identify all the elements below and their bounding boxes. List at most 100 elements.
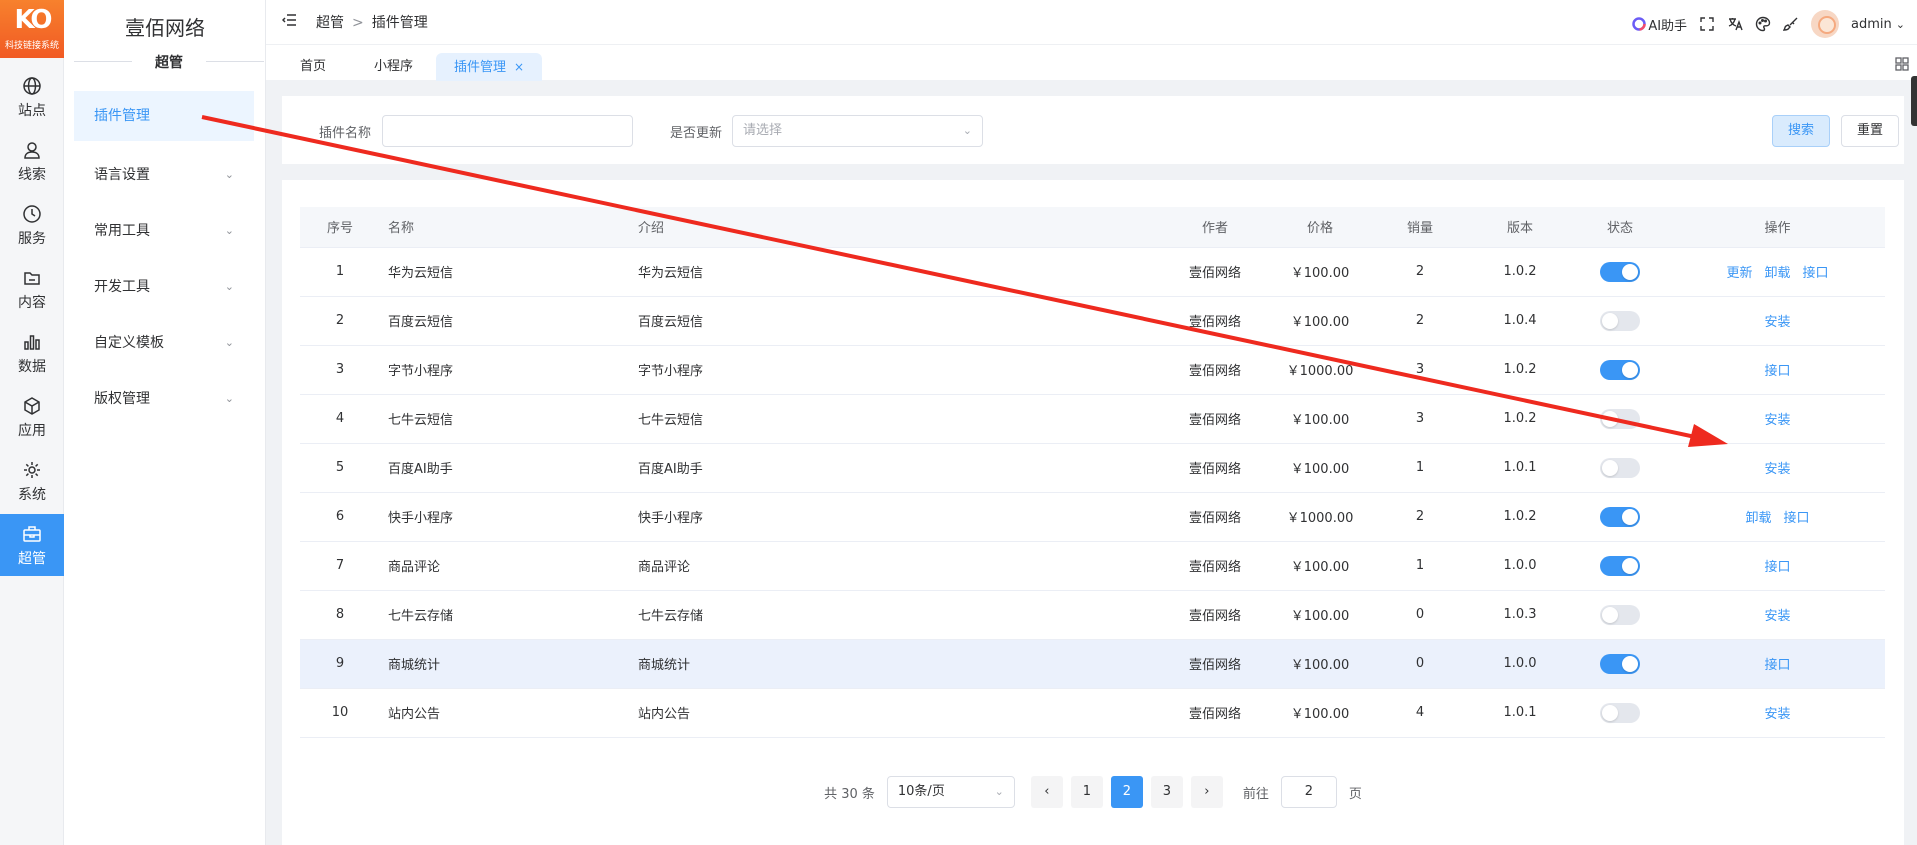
- column-header: 销量: [1370, 207, 1470, 248]
- status-toggle[interactable]: [1600, 457, 1640, 478]
- action-link[interactable]: 更新: [1726, 266, 1752, 281]
- menu-item-dev-tools[interactable]: 开发工具 ⌄: [74, 262, 254, 312]
- rail-item-superadmin[interactable]: 超管: [0, 514, 64, 576]
- page-size-select[interactable]: 10条/页 ⌄: [886, 776, 1015, 808]
- action-link[interactable]: 接口: [1764, 658, 1790, 673]
- status-toggle[interactable]: [1600, 555, 1640, 576]
- rail-label: 站点: [18, 103, 46, 119]
- language-icon[interactable]: [1727, 16, 1743, 32]
- column-header: 名称: [380, 207, 630, 248]
- search-button[interactable]: 搜索: [1772, 115, 1831, 147]
- rail-item-leads[interactable]: 线索: [0, 130, 64, 192]
- table-header-row: 序号 名称 介绍 作者 价格 销量 版本 状态 操作: [300, 207, 1885, 248]
- prev-page-button[interactable]: ‹: [1030, 776, 1063, 808]
- rail-item-data[interactable]: 数据: [0, 322, 64, 384]
- rail-item-site[interactable]: 站点: [0, 66, 64, 128]
- page-suffix: 页: [1348, 786, 1362, 802]
- app-logo: KO 科技链接系统: [0, 0, 64, 58]
- table-row: 9 商城统计 商城统计 壹佰网络 ￥100.00 0 1.0.0 接口: [300, 639, 1885, 689]
- action-link[interactable]: 接口: [1764, 560, 1790, 575]
- header-actions: AI助手 admin ⌄: [1632, 10, 1905, 38]
- ai-assistant-label: AI助手: [1648, 18, 1688, 34]
- rail-label: 服务: [18, 231, 46, 247]
- ai-logo-icon: [1632, 17, 1647, 31]
- fullscreen-icon[interactable]: [1699, 16, 1715, 32]
- menu-item-plugins[interactable]: 插件管理: [74, 91, 254, 141]
- next-page-button[interactable]: ›: [1190, 776, 1223, 808]
- page-size-value: 10条/页: [897, 784, 945, 799]
- action-link[interactable]: 安装: [1764, 707, 1790, 722]
- page-button[interactable]: 3: [1150, 776, 1183, 808]
- page-button-current[interactable]: 2: [1110, 776, 1143, 808]
- chevron-left-icon: ‹: [1044, 784, 1050, 799]
- plugin-price: ￥100.00: [1270, 296, 1370, 346]
- status-toggle[interactable]: [1600, 261, 1640, 282]
- plugin-author: 壹佰网络: [1160, 296, 1270, 346]
- plugin-version: 1.0.2: [1470, 394, 1570, 444]
- username[interactable]: admin: [1851, 17, 1892, 32]
- tab-plugins[interactable]: 插件管理 ×: [436, 53, 543, 81]
- rail-item-service[interactable]: 服务: [0, 194, 64, 256]
- status-toggle[interactable]: [1600, 506, 1640, 527]
- status-toggle[interactable]: [1600, 604, 1640, 625]
- column-header: 作者: [1160, 207, 1270, 248]
- page-button[interactable]: 1: [1070, 776, 1103, 808]
- menu-fold-icon[interactable]: [282, 12, 298, 28]
- icon-rail: KO 科技链接系统 站点 线索 服务 内容 数据 应用 系统 超管: [0, 0, 64, 845]
- action-link[interactable]: 接口: [1803, 266, 1829, 281]
- status-toggle[interactable]: [1600, 359, 1640, 380]
- close-icon[interactable]: ×: [514, 60, 524, 74]
- menu-item-label: 常用工具: [94, 223, 150, 239]
- status-toggle[interactable]: [1600, 702, 1640, 723]
- brush-icon[interactable]: [1783, 16, 1799, 32]
- goto-page-input[interactable]: 2: [1280, 776, 1337, 808]
- plugin-name: 百度AI助手: [380, 443, 630, 493]
- rail-item-system[interactable]: 系统: [0, 450, 64, 512]
- menu-item-language[interactable]: 语言设置 ⌄: [74, 150, 254, 200]
- palette-icon[interactable]: [1755, 16, 1771, 32]
- actions-cell: 接口: [1670, 639, 1885, 689]
- menu-item-common-tools[interactable]: 常用工具 ⌄: [74, 206, 254, 256]
- action-link[interactable]: 接口: [1764, 364, 1790, 379]
- table-row: 4 七牛云短信 七牛云短信 壹佰网络 ￥100.00 3 1.0.2 安装: [300, 394, 1885, 444]
- action-link[interactable]: 安装: [1764, 609, 1790, 624]
- menu-item-custom-template[interactable]: 自定义模板 ⌄: [74, 318, 254, 368]
- table-row: 5 百度AI助手 百度AI助手 壹佰网络 ￥100.00 1 1.0.1 安装: [300, 443, 1885, 493]
- plugin-sales: 4: [1370, 688, 1470, 738]
- status-toggle[interactable]: [1600, 408, 1640, 429]
- reset-button[interactable]: 重置: [1841, 115, 1900, 147]
- gear-icon: [24, 462, 40, 478]
- plugin-name-input[interactable]: [382, 115, 633, 147]
- plugin-author: 壹佰网络: [1160, 443, 1270, 493]
- action-link[interactable]: 安装: [1764, 462, 1790, 477]
- action-link[interactable]: 卸载: [1764, 266, 1790, 281]
- actions-cell: 安装: [1670, 296, 1885, 346]
- action-link[interactable]: 安装: [1764, 315, 1790, 330]
- chevron-down-icon: ⌄: [224, 224, 234, 237]
- status-cell: [1570, 688, 1670, 738]
- plugin-sales: 3: [1370, 394, 1470, 444]
- plugin-sales: 0: [1370, 590, 1470, 640]
- menu-item-copyright[interactable]: 版权管理 ⌄: [74, 374, 254, 424]
- tab-miniprogram[interactable]: 小程序: [356, 53, 431, 81]
- actions-cell: 接口: [1670, 541, 1885, 591]
- avatar[interactable]: [1811, 10, 1840, 38]
- table-row: 3 字节小程序 字节小程序 壹佰网络 ￥1000.00 3 1.0.2 接口: [300, 345, 1885, 395]
- tab-home[interactable]: 首页: [282, 53, 344, 81]
- status-toggle[interactable]: [1600, 653, 1640, 674]
- rail-item-apps[interactable]: 应用: [0, 386, 64, 448]
- breadcrumb-item[interactable]: 超管: [316, 15, 344, 31]
- action-link[interactable]: 安装: [1764, 413, 1790, 428]
- ai-assistant-button[interactable]: AI助手: [1632, 15, 1687, 34]
- action-link[interactable]: 接口: [1784, 511, 1810, 526]
- grid-icon[interactable]: [1895, 57, 1909, 71]
- update-select[interactable]: 请选择 ⌄: [732, 115, 983, 147]
- plugin-version: 1.0.1: [1470, 443, 1570, 493]
- chevron-down-icon[interactable]: ⌄: [1896, 18, 1905, 31]
- side-drawer-handle[interactable]: [1911, 76, 1917, 126]
- status-toggle[interactable]: [1600, 310, 1640, 331]
- rail-item-content[interactable]: 内容: [0, 258, 64, 320]
- action-link[interactable]: 卸载: [1745, 511, 1771, 526]
- table-row: 10 站内公告 站内公告 壹佰网络 ￥100.00 4 1.0.1 安装: [300, 688, 1885, 738]
- tabs-bar: 首页 小程序 插件管理 ×: [266, 44, 1917, 81]
